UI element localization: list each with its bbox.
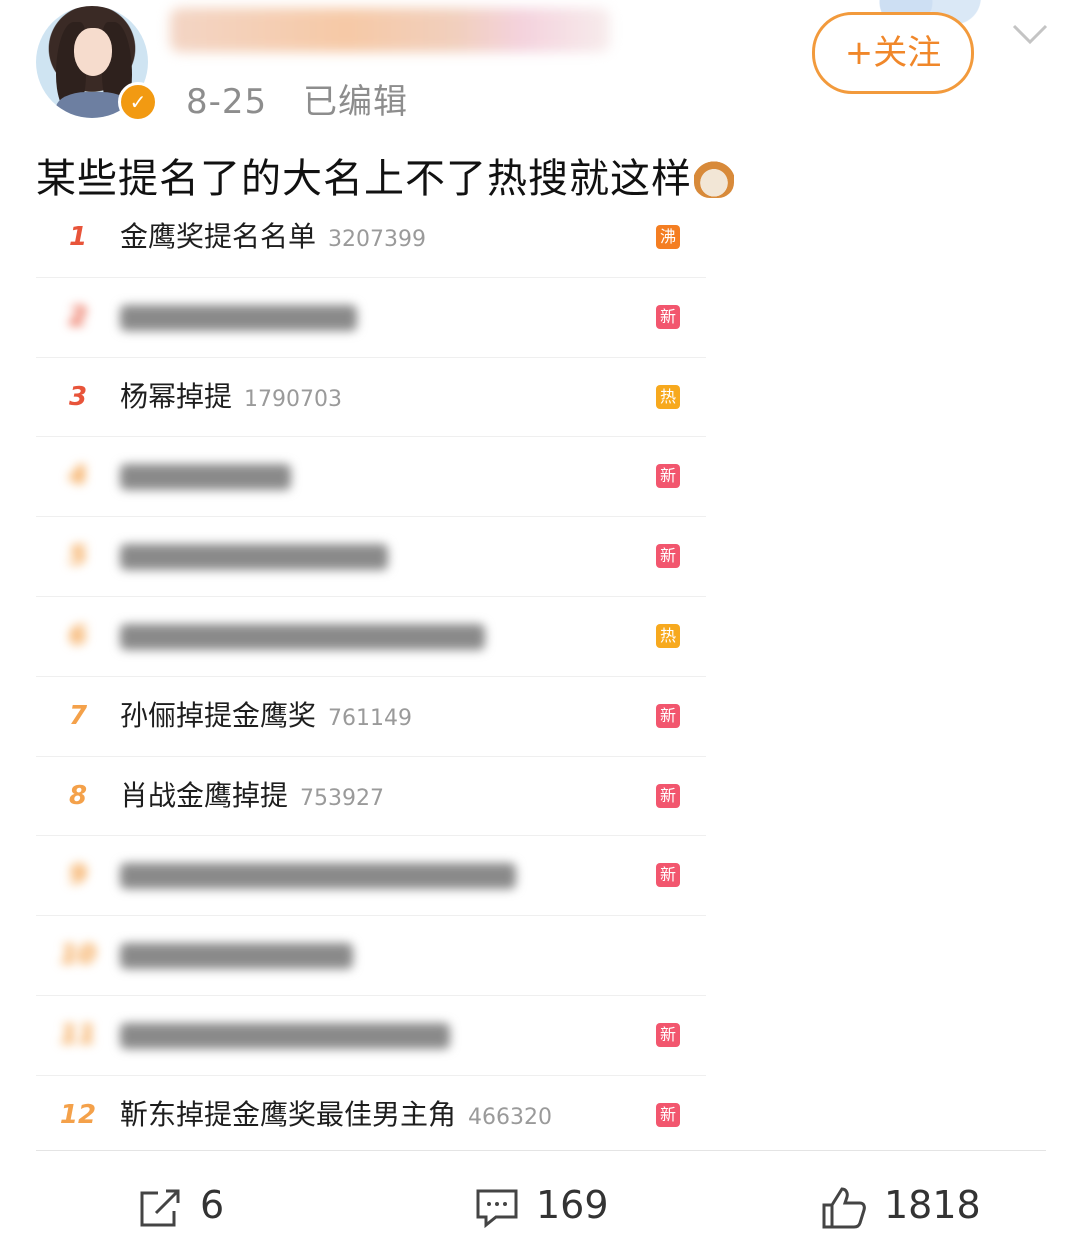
- blurred-title-placeholder: [120, 943, 353, 970]
- post-header: ✓ 8-25 已编辑 +关注: [0, 0, 1080, 130]
- blurred-title-placeholder: [120, 464, 291, 491]
- hot-list-badge: 新: [656, 1102, 680, 1127]
- hot-list-rank: 1: [68, 222, 88, 252]
- share-icon: [140, 1189, 180, 1226]
- username-blurred[interactable]: [170, 8, 610, 52]
- hot-list-count: 753927: [300, 785, 384, 811]
- hot-list-badge: 热: [656, 384, 680, 409]
- chevron-down-icon[interactable]: [1010, 18, 1050, 48]
- post-text-content: 某些提名了的大名上不了热搜就这样: [36, 156, 692, 202]
- hot-list-item[interactable]: 10: [36, 916, 706, 996]
- hot-list-title-text: 靳东掉提金鹰奖最佳男主角: [120, 1097, 457, 1131]
- hot-list-title: [120, 836, 516, 914]
- hot-list-item[interactable]: 7 孙俪掉提金鹰奖 761149 新: [36, 677, 706, 757]
- actions-divider: [36, 1150, 1046, 1151]
- share-count: 6: [200, 1183, 225, 1227]
- blurred-title-placeholder: [120, 863, 516, 890]
- cat-emoji-icon: [694, 160, 734, 198]
- avatar[interactable]: ✓: [36, 6, 158, 122]
- like-icon: [822, 1186, 866, 1228]
- hot-list-title: 金鹰奖提名名单 3207399: [120, 198, 426, 276]
- hot-list-badge: 新: [656, 304, 680, 329]
- hot-list-title-text: 孙俪掉提金鹰奖: [120, 698, 317, 732]
- post-meta: 8-25 已编辑: [186, 74, 432, 123]
- post-date: 8-25: [186, 82, 268, 122]
- hot-list-item[interactable]: 3 杨幂掉提 1790703 热: [36, 358, 706, 438]
- edited-label[interactable]: 已编辑: [303, 82, 408, 122]
- hot-list-badge: 新: [656, 703, 680, 728]
- share-button[interactable]: 6: [138, 1162, 224, 1248]
- hot-list-title-text: 金鹰奖提名名单: [120, 220, 317, 253]
- hot-list-badge: 新: [656, 783, 680, 808]
- hot-list-title-text: 肖战金鹰掉提: [120, 778, 289, 812]
- hot-list-title: [120, 916, 353, 994]
- hot-list-title: 孙俪掉提金鹰奖 761149: [120, 677, 412, 755]
- hot-list-rank: 2: [68, 301, 88, 332]
- hot-list-badge: 新: [656, 544, 680, 569]
- hot-list-count: 3207399: [328, 227, 426, 252]
- hot-list-item[interactable]: 1 金鹰奖提名名单 3207399 沸: [36, 198, 706, 278]
- verified-badge-icon: ✓: [118, 82, 158, 122]
- action-bar: 6 169 1818: [0, 1162, 1080, 1248]
- hot-list-item[interactable]: 6热: [36, 597, 706, 677]
- hot-list-title: [120, 437, 291, 515]
- hot-list-badge: 沸: [656, 225, 680, 249]
- hot-list-rank: 12: [59, 1099, 97, 1130]
- hot-list-title: [120, 597, 485, 675]
- post-text: 某些提名了的大名上不了热搜就这样: [36, 146, 734, 204]
- hot-list-rank: 6: [68, 620, 88, 651]
- hot-list-count: 761149: [328, 705, 412, 731]
- hot-list-rank: 7: [68, 700, 88, 731]
- hot-list-rank: 9: [68, 860, 88, 891]
- hot-list-count: 466320: [468, 1104, 552, 1130]
- hot-list-title-text: 杨幂掉提: [120, 379, 233, 413]
- follow-button[interactable]: +关注: [812, 12, 974, 94]
- hot-list-badge: 新: [656, 1022, 680, 1047]
- hot-list-title: 靳东掉提金鹰奖最佳男主角 466320: [120, 1076, 552, 1154]
- hot-search-list: 1 金鹰奖提名名单 3207399 沸 2 新 3 杨幂掉提 1790703 热 4 新 5 新 6 热 7 孙俪…: [36, 198, 706, 1155]
- hot-list-item[interactable]: 11 新: [36, 996, 706, 1076]
- like-button[interactable]: 1818: [820, 1162, 981, 1248]
- blurred-title-placeholder: [120, 544, 388, 571]
- hot-list-rank: 8: [68, 780, 88, 811]
- hot-list-title: [120, 278, 357, 356]
- comment-button[interactable]: 169: [474, 1162, 609, 1248]
- hot-list-rank: 4: [68, 461, 88, 492]
- hot-list-title: 杨幂掉提 1790703: [120, 358, 342, 436]
- hot-list-title: [120, 996, 450, 1074]
- hot-list-badge: 新: [656, 863, 680, 888]
- comment-count: 169: [536, 1183, 609, 1227]
- hot-list-item[interactable]: 4新: [36, 437, 706, 518]
- like-count: 1818: [884, 1183, 981, 1227]
- hot-list-rank: 3: [68, 381, 88, 412]
- blurred-title-placeholder: [120, 623, 485, 650]
- hot-list-rank: 5: [68, 541, 88, 572]
- avatar-face: [74, 28, 112, 76]
- hot-list-badge: 新: [656, 464, 680, 489]
- hot-list-item[interactable]: 5新: [36, 517, 706, 597]
- hot-list-item[interactable]: 2新: [36, 278, 706, 358]
- blurred-title-placeholder: [120, 1022, 450, 1049]
- hot-list-item[interactable]: 12 靳东掉提金鹰奖最佳男主角 466320 新: [36, 1076, 706, 1155]
- hot-list-rank: 11: [59, 1019, 97, 1050]
- hot-list-badge: 热: [656, 623, 680, 648]
- hot-list-item[interactable]: 9新: [36, 836, 706, 917]
- hot-list-count: 1790703: [244, 386, 342, 412]
- hot-list-rank: 10: [59, 940, 97, 971]
- comment-icon: [476, 1189, 518, 1228]
- hot-list-title: 肖战金鹰掉提 753927: [120, 757, 384, 835]
- hot-list-title: [120, 517, 388, 595]
- hot-list-item[interactable]: 8 肖战金鹰掉提 753927 新: [36, 757, 706, 837]
- blurred-title-placeholder: [120, 304, 357, 331]
